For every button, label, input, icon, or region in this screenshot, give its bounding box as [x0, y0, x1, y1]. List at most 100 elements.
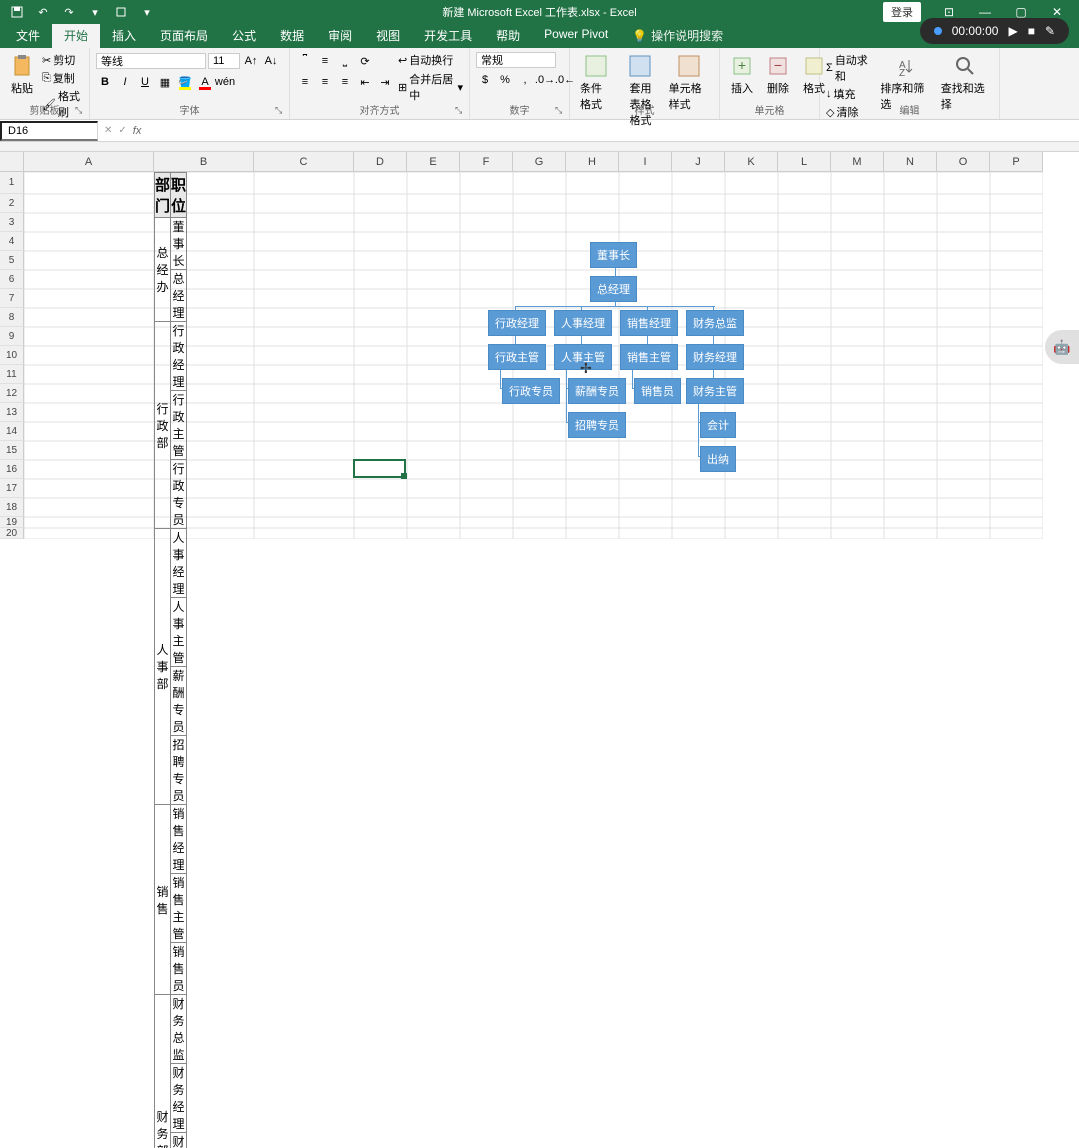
clear-button[interactable]: ◇清除 [826, 104, 872, 120]
col-header-N[interactable]: N [884, 152, 937, 172]
qat-dropdown-icon[interactable]: ▾ [140, 5, 154, 19]
insert-cells-button[interactable]: +插入 [726, 52, 758, 98]
name-box[interactable] [0, 121, 98, 141]
role-cell[interactable]: 董事长 [171, 218, 187, 270]
col-header-C[interactable]: C [254, 152, 354, 172]
org-node-n8[interactable]: 人事主管 [554, 344, 612, 370]
dept-cell[interactable]: 行政部 [155, 322, 171, 529]
percent-icon[interactable]: % [496, 71, 514, 89]
row-header-6[interactable]: 6 [0, 270, 24, 289]
row-header-14[interactable]: 14 [0, 422, 24, 441]
col-header-K[interactable]: K [725, 152, 778, 172]
recording-timer[interactable]: 00:00:00 ▶ ■ ✎ [920, 18, 1069, 44]
align-middle-icon[interactable]: ≡ [316, 52, 334, 70]
org-node-n6[interactable]: 财务总监 [686, 310, 744, 336]
row-header-12[interactable]: 12 [0, 384, 24, 403]
play-icon[interactable]: ▶ [1008, 24, 1017, 38]
autosum-button[interactable]: Σ自动求和 [826, 52, 872, 84]
row-header-15[interactable]: 15 [0, 441, 24, 460]
select-all-button[interactable] [0, 152, 24, 172]
fill-button[interactable]: ↓填充 [826, 86, 872, 102]
stop-icon[interactable]: ■ [1028, 24, 1035, 38]
accounting-icon[interactable]: $ [476, 71, 494, 89]
dept-cell[interactable]: 人事部 [155, 529, 171, 805]
tell-me-search[interactable]: 💡 操作说明搜索 [620, 23, 735, 48]
row-header-17[interactable]: 17 [0, 479, 24, 498]
tab-页面布局[interactable]: 页面布局 [148, 23, 220, 48]
org-node-n13[interactable]: 销售员 [634, 378, 681, 404]
number-launcher-icon[interactable]: ⤡ [555, 105, 567, 117]
dept-cell[interactable]: 总经办 [155, 218, 171, 322]
merge-center-button[interactable]: ⊞合并后居中▾ [398, 71, 463, 103]
touch-mode-icon[interactable] [114, 5, 128, 19]
font-color-icon[interactable]: A [196, 73, 214, 91]
save-icon[interactable] [10, 5, 24, 19]
dept-cell[interactable]: 销售 [155, 805, 171, 995]
role-cell[interactable]: 人事经理 [171, 529, 187, 598]
font-name-select[interactable] [96, 53, 206, 69]
increase-font-icon[interactable]: A↑ [242, 52, 260, 70]
fill-color-icon[interactable]: 🪣 [176, 73, 194, 91]
orientation-icon[interactable]: ⟳ [356, 52, 374, 70]
row-header-19[interactable]: 19 [0, 517, 24, 528]
tab-视图[interactable]: 视图 [364, 23, 412, 48]
col-header-E[interactable]: E [407, 152, 460, 172]
cell-styles-button[interactable]: 单元格样式 [665, 52, 713, 114]
col-header-D[interactable]: D [354, 152, 407, 172]
enter-formula-icon[interactable]: ✓ [118, 125, 126, 136]
bold-icon[interactable]: B [96, 73, 114, 91]
row-header-5[interactable]: 5 [0, 251, 24, 270]
decrease-indent-icon[interactable]: ⇤ [356, 73, 374, 91]
qat-more-icon[interactable]: ▾ [88, 5, 102, 19]
role-cell[interactable]: 财务主管 [171, 1133, 187, 1148]
org-node-n3[interactable]: 行政经理 [488, 310, 546, 336]
font-size-select[interactable] [208, 53, 240, 69]
role-cell[interactable]: 行政经理 [171, 322, 187, 391]
org-node-n9[interactable]: 销售主管 [620, 344, 678, 370]
tab-数据[interactable]: 数据 [268, 23, 316, 48]
role-cell[interactable]: 销售主管 [171, 874, 187, 943]
org-node-n11[interactable]: 行政专员 [502, 378, 560, 404]
org-node-n14[interactable]: 财务主管 [686, 378, 744, 404]
login-button[interactable]: 登录 [883, 2, 921, 22]
role-cell[interactable]: 财务总监 [171, 995, 187, 1064]
role-cell[interactable]: 财务经理 [171, 1064, 187, 1133]
increase-decimal-icon[interactable]: .0→ [536, 71, 554, 89]
fx-icon[interactable]: fx [133, 125, 142, 137]
row-header-4[interactable]: 4 [0, 232, 24, 251]
org-node-n15[interactable]: 招聘专员 [568, 412, 626, 438]
row-header-11[interactable]: 11 [0, 365, 24, 384]
assistant-bubble-icon[interactable]: 🤖 [1045, 330, 1079, 364]
copy-button[interactable]: ⎘复制 [42, 70, 83, 86]
tab-帮助[interactable]: 帮助 [484, 23, 532, 48]
font-launcher-icon[interactable]: ⤡ [275, 105, 287, 117]
role-cell[interactable]: 行政主管 [171, 391, 187, 460]
org-node-n16[interactable]: 会计 [700, 412, 736, 438]
org-node-n1[interactable]: 董事长 [590, 242, 637, 268]
align-center-icon[interactable]: ≡ [316, 73, 334, 91]
org-node-n17[interactable]: 出纳 [700, 446, 736, 472]
row-header-20[interactable]: 20 [0, 528, 24, 539]
align-right-icon[interactable]: ≡ [336, 73, 354, 91]
org-node-n10[interactable]: 财务经理 [686, 344, 744, 370]
underline-icon[interactable]: U [136, 73, 154, 91]
alignment-launcher-icon[interactable]: ⤡ [455, 105, 467, 117]
tab-插入[interactable]: 插入 [100, 23, 148, 48]
comma-icon[interactable]: , [516, 71, 534, 89]
org-node-n7[interactable]: 行政主管 [488, 344, 546, 370]
decrease-font-icon[interactable]: A↓ [262, 52, 280, 70]
align-bottom-icon[interactable]: ⎵ [336, 52, 354, 70]
row-header-1[interactable]: 1 [0, 172, 24, 194]
tab-开始[interactable]: 开始 [52, 23, 100, 48]
find-select-button[interactable]: 查找和选择 [937, 52, 993, 114]
tab-审阅[interactable]: 审阅 [316, 23, 364, 48]
role-cell[interactable]: 招聘专员 [171, 736, 187, 805]
org-node-n5[interactable]: 销售经理 [620, 310, 678, 336]
cancel-formula-icon[interactable]: ✕ [104, 125, 112, 136]
tab-文件[interactable]: 文件 [4, 23, 52, 48]
role-cell[interactable]: 销售经理 [171, 805, 187, 874]
phonetic-icon[interactable]: wén [216, 73, 234, 91]
org-chart[interactable]: 董事长总经理行政经理人事经理销售经理财务总监行政主管人事主管销售主管财务经理行政… [470, 242, 770, 472]
align-top-icon[interactable]: ⎴ [296, 52, 314, 70]
col-header-O[interactable]: O [937, 152, 990, 172]
